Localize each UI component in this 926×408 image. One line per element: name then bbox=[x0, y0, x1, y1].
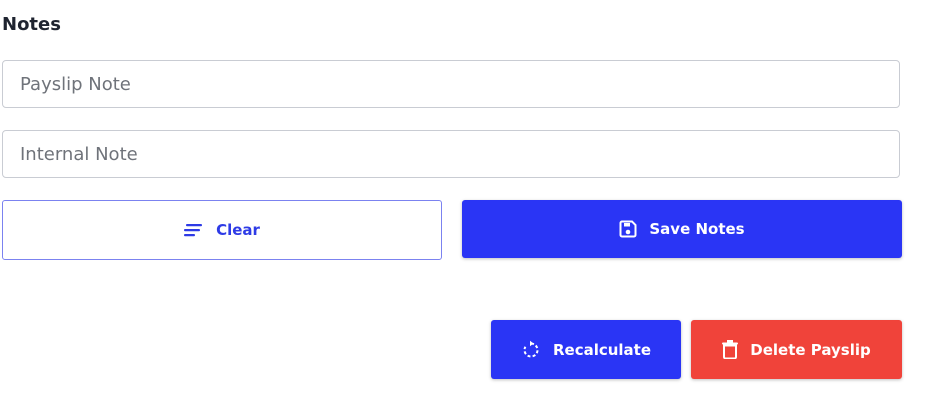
refresh-icon bbox=[521, 340, 541, 360]
recalculate-button[interactable]: Recalculate bbox=[491, 320, 681, 379]
clear-button-label: Clear bbox=[216, 221, 260, 239]
internal-note-input[interactable] bbox=[2, 130, 900, 178]
save-notes-button-label: Save Notes bbox=[649, 220, 745, 238]
payslip-note-input[interactable] bbox=[2, 60, 900, 108]
trash-icon bbox=[722, 340, 739, 359]
delete-payslip-button[interactable]: Delete Payslip bbox=[691, 320, 902, 379]
clear-button[interactable]: Clear bbox=[2, 200, 442, 260]
delete-payslip-button-label: Delete Payslip bbox=[750, 340, 871, 359]
notes-heading: Notes bbox=[2, 14, 61, 35]
save-notes-button[interactable]: Save Notes bbox=[462, 200, 902, 258]
lines-icon bbox=[184, 223, 204, 237]
floppy-disk-icon bbox=[619, 220, 637, 238]
recalculate-button-label: Recalculate bbox=[552, 340, 652, 359]
